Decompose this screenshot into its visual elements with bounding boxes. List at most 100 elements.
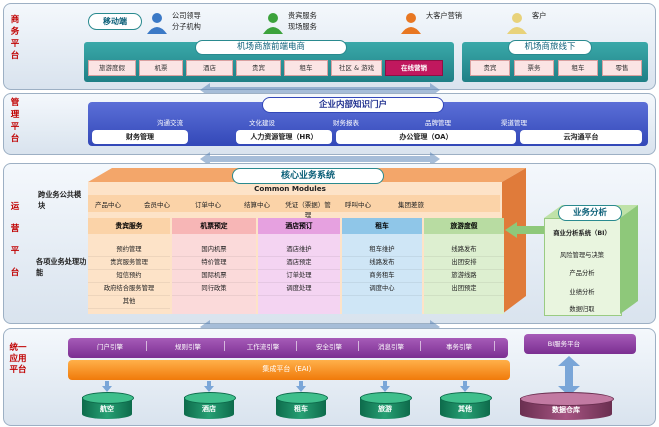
online-channel-title: 机场商旅前端电商 [195,40,347,55]
common-module-item: 产品中心 [95,201,121,209]
offline-channel-title: 机场商旅线下 [508,40,592,55]
person-yellow-icon [506,12,528,34]
online-tab[interactable]: 机票 [139,60,183,76]
core-function-item[interactable]: 国内机票 [172,244,256,257]
person-green-icon [262,12,284,34]
database-label: 旅游 [378,405,392,413]
management-platform-label: 管理平台 [10,98,20,144]
common-module-item: 凭证（票据）管理 [285,201,331,219]
down-arrow-icon [380,381,390,394]
database-label: 租车 [294,405,308,413]
database-label: 航空 [100,405,114,413]
portal-sub-item: 文化建设 [249,119,275,127]
core-function-item[interactable]: 同行政策 [172,283,256,296]
mobile-user-label: 贵宾服务 现场服务 [288,11,317,31]
core-system-title: 核心业务系统 [232,168,384,184]
core-function-item[interactable]: 调度处理 [258,283,340,296]
offline-tab[interactable]: 贵宾 [470,60,510,76]
core-function-item[interactable]: 其他 [88,296,170,309]
online-tab[interactable]: 贵宾 [236,60,281,76]
common-module-item: 集团差旅 [398,201,424,209]
core-function-item[interactable]: 出团预定 [424,283,504,296]
core-function-item[interactable]: 国际机票 [172,270,256,283]
person-blue-icon [146,12,168,34]
core-function-item[interactable]: 政府结合服务管理 [88,283,170,296]
core-function-item[interactable]: 酒店预定 [258,257,340,270]
portal-title: 企业内部知识门户 [262,97,444,113]
common-modules-title: Common Modules [254,184,326,193]
core-function-item[interactable]: 调度中心 [342,283,422,296]
common-module-item: 会员中心 [144,201,170,209]
core-function-item[interactable]: 酒店维护 [258,244,340,257]
down-arrow-icon [460,381,470,394]
core-function-item[interactable]: 旅游线路 [424,270,504,283]
portal-sub-item: 沟通交流 [157,119,183,127]
portal-module[interactable]: 人力资源管理（HR） [236,130,332,144]
engine-item[interactable]: 消息引擎 [362,341,421,351]
data-warehouse-label: 数据仓库 [552,406,580,414]
core-function-item[interactable]: 商务租车 [342,270,422,283]
portal-sub-item: 财务报表 [333,119,359,127]
database-cylinder: 酒店 [184,392,236,422]
left-arrow-icon [505,222,549,238]
offline-tab[interactable]: 零售 [602,60,642,76]
core-function-item[interactable]: 特价管理 [172,257,256,270]
integration-platform-label: 统一应用平台 [9,343,27,375]
online-tab[interactable]: 租车 [284,60,328,76]
business-platform-label: 商务平台 [10,15,20,61]
engine-item[interactable]: 事务引擎 [424,341,495,351]
down-arrow-icon [102,381,112,394]
mobile-user-label: 公司领导 分子机构 [172,11,201,31]
core-column-head[interactable]: 租车 [342,218,422,234]
bi-service-label: BI服务平台 [547,340,581,348]
engine-item[interactable]: 工作流引擎 [230,341,297,351]
engine-item[interactable]: 安全引擎 [300,341,359,351]
analysis-item[interactable]: 数据归取 [546,304,618,313]
portal-module[interactable]: 云沟通平台 [520,130,642,144]
core-function-item[interactable]: 租车维护 [342,244,422,257]
offline-tab[interactable]: 租车 [558,60,598,76]
common-module-item: 订单中心 [195,201,221,209]
person-orange-icon [400,12,422,34]
common-module-item: 结算中心 [244,201,270,209]
core-function-item[interactable]: 贵宾服务管理 [88,257,170,270]
core-function-item[interactable]: 短信预约 [88,270,170,283]
online-tab[interactable]: 社区 & 游戏 [331,60,382,76]
business-functions-label: 各项业务处理功能 [36,257,87,277]
common-module-item: 呼叫中心 [345,201,371,209]
portal-module[interactable]: 办公管理（OA） [336,130,516,144]
analysis-panel-edge [544,205,638,314]
portal-module[interactable]: 财务管理 [92,130,188,144]
up-down-arrow-icon [558,356,580,396]
mobile-user-label: 客户 [532,11,547,20]
operations-platform-label: 运营平台 [10,202,20,278]
database-cylinder: 航空 [82,392,134,422]
online-tab[interactable]: 在线营销 [385,60,443,76]
analysis-item[interactable]: 业绩分析 [546,287,618,296]
data-warehouse: 数据仓库 [520,392,614,424]
offline-tab[interactable]: 票务 [514,60,554,76]
online-tab[interactable]: 旅游度假 [88,60,136,76]
core-column-head[interactable]: 酒店预订 [258,218,340,234]
online-tab[interactable]: 酒店 [186,60,233,76]
mobile-title: 移动端 [88,13,142,30]
core-column-head[interactable]: 旅游度假 [424,218,504,234]
engine-item[interactable]: 规则引擎 [152,341,225,351]
portal-sub-item: 品牌管理 [425,119,451,127]
analysis-item[interactable]: 产品分析 [546,268,618,277]
common-modules-label: 跨业务公共模块 [38,190,82,210]
core-column-head[interactable]: 贵宾服务 [88,218,170,234]
analysis-item[interactable]: 商业分析系统（BI） [546,228,618,237]
core-column-head[interactable]: 机票预定 [172,218,256,234]
core-function-item[interactable]: 线路发布 [342,257,422,270]
core-function-item[interactable]: 线路发布 [424,244,504,257]
analysis-item[interactable]: 风险管理与决策 [546,250,618,259]
core-function-item[interactable]: 订单处理 [258,270,340,283]
analysis-title: 业务分析 [558,205,622,221]
core-function-item[interactable]: 预约管理 [88,244,170,257]
core-function-item[interactable]: 出团安排 [424,257,504,270]
mobile-user-label: 大客户营销 [426,11,462,20]
eai-label: 集成平台（EAI） [262,365,316,373]
engine-item[interactable]: 门户引擎 [74,341,147,351]
database-cylinder: 租车 [276,392,328,422]
